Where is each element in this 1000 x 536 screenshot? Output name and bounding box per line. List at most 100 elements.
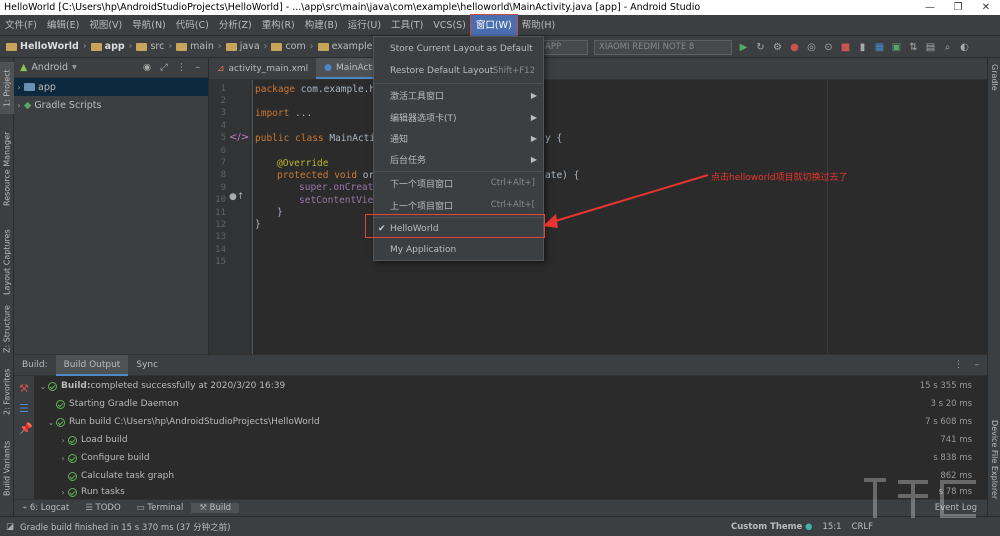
tab-activity-main[interactable]: ⊿ activity_main.xml bbox=[209, 58, 316, 79]
build-row[interactable]: ⌄ Build: completed successfully at 2020/… bbox=[34, 377, 984, 395]
tab-build[interactable]: ⚒ Build bbox=[191, 503, 239, 513]
class-icon: ● bbox=[324, 62, 333, 73]
xml-layout-icon[interactable]: </> bbox=[229, 132, 249, 143]
tool-tab-gradle[interactable]: Gradle bbox=[988, 60, 1000, 94]
menu-code[interactable]: 代码(C) bbox=[171, 15, 214, 36]
menu-item-background-tasks[interactable]: 后台任务 ▶ bbox=[374, 148, 543, 170]
breadcrumb-item[interactable]: app bbox=[88, 41, 128, 52]
build-row[interactable]: › Run tasks s 78 ms bbox=[34, 485, 984, 499]
tool-tab-structure[interactable]: Z: Structure bbox=[0, 304, 14, 354]
tool-tab-project[interactable]: 1: Project bbox=[0, 62, 14, 114]
project-icon bbox=[6, 42, 17, 51]
sdk-manager-icon[interactable]: ▣ bbox=[891, 42, 902, 53]
breadcrumb-item[interactable]: java bbox=[223, 41, 263, 52]
tab-todo[interactable]: ☰ TODO bbox=[77, 503, 128, 513]
menu-item-my-application[interactable]: My Application bbox=[374, 239, 543, 261]
menu-build[interactable]: 构建(B) bbox=[300, 15, 343, 36]
menu-vcs[interactable]: VCS(S) bbox=[428, 15, 471, 36]
list-icon[interactable]: ☰ bbox=[19, 402, 29, 415]
build-row[interactable]: › Configure build s 838 ms bbox=[34, 449, 984, 467]
tab-terminal[interactable]: ▭ Terminal bbox=[129, 503, 192, 513]
run-config-select[interactable]: APP bbox=[540, 39, 588, 55]
tool-tab-build-variants[interactable]: Build Variants bbox=[0, 430, 14, 506]
menu-help[interactable]: 帮助(H) bbox=[517, 15, 561, 36]
build-row[interactable]: Calculate task graph 862 ms bbox=[34, 467, 984, 485]
tab-logcat[interactable]: ⌁ 6: Logcat bbox=[14, 503, 77, 513]
user-icon[interactable]: ◐ bbox=[959, 42, 970, 53]
settings-icon[interactable]: ⋮ bbox=[954, 360, 963, 370]
event-log-button[interactable]: Event Log bbox=[935, 503, 977, 513]
tab-sync[interactable]: Sync bbox=[128, 355, 166, 376]
menu-item-prev-project-window[interactable]: 上一个项目窗口 Ctrl+Alt+[ bbox=[374, 194, 543, 216]
collapse-icon[interactable]: ⤢ bbox=[160, 62, 168, 73]
theme-indicator[interactable]: Custom Theme ● bbox=[731, 522, 812, 532]
folder-icon bbox=[90, 42, 102, 51]
breadcrumb-item[interactable]: example bbox=[315, 41, 376, 52]
build-row[interactable]: ⌄ Run build C:\Users\hp\AndroidStudioProj… bbox=[34, 413, 984, 431]
hide-icon[interactable]: – bbox=[195, 62, 200, 73]
sync-scroll-icon[interactable]: ◉ bbox=[143, 62, 151, 73]
attach-icon[interactable]: ⊙ bbox=[823, 42, 834, 53]
tab-build-output[interactable]: Build Output bbox=[55, 354, 129, 376]
menu-item-notifications[interactable]: 通知 ▶ bbox=[374, 127, 543, 149]
breadcrumb-item[interactable]: src bbox=[133, 41, 167, 52]
build-row[interactable]: Starting Gradle Daemon 3 s 20 ms bbox=[34, 395, 984, 413]
layout-inspector-icon[interactable]: ▤ bbox=[925, 42, 936, 53]
sync-icon[interactable]: ⇅ bbox=[908, 42, 919, 53]
pin-icon[interactable]: 📌 bbox=[19, 422, 33, 435]
menu-analyze[interactable]: 分析(Z) bbox=[214, 15, 257, 36]
minimize-button[interactable]: — bbox=[916, 0, 944, 15]
run-icon[interactable]: ▶ bbox=[738, 42, 749, 53]
menu-item-activate-tool-window[interactable]: 激活工具窗口 ▶ bbox=[374, 84, 543, 106]
menu-run[interactable]: 运行(U) bbox=[343, 15, 386, 36]
menu-view[interactable]: 视图(V) bbox=[84, 15, 127, 36]
menu-item-editor-tabs[interactable]: 编辑器选项卡(T) ▶ bbox=[374, 106, 543, 128]
stop-process-icon[interactable]: ■ bbox=[840, 42, 851, 53]
avd-manager-icon[interactable]: ▮ bbox=[857, 42, 868, 53]
success-icon bbox=[68, 471, 77, 481]
search-icon[interactable]: ⌕ bbox=[942, 42, 953, 53]
menu-item-next-project-window[interactable]: 下一个项目窗口 Ctrl+Alt+] bbox=[374, 172, 543, 194]
project-view-select[interactable]: Android bbox=[31, 62, 68, 73]
menu-edit[interactable]: 编辑(E) bbox=[42, 15, 84, 36]
apply-changes-icon[interactable]: ↻ bbox=[755, 42, 766, 53]
menu-refactor[interactable]: 重构(R) bbox=[257, 15, 300, 36]
close-button[interactable]: ✕ bbox=[972, 0, 1000, 15]
chevron-down-icon: ⌄ bbox=[47, 417, 55, 427]
menu-tools[interactable]: 工具(T) bbox=[386, 15, 428, 36]
stop-icon[interactable]: ● bbox=[789, 42, 800, 53]
tree-item-gradle-scripts[interactable]: › ◆ Gradle Scripts bbox=[14, 96, 208, 114]
hammer-icon[interactable]: ⚒ bbox=[19, 382, 29, 395]
breadcrumb-item[interactable]: HelloWorld bbox=[0, 41, 82, 52]
menu-item-restore-layout[interactable]: Restore Default Layout Shift+F12 bbox=[374, 60, 543, 82]
menu-window[interactable]: 窗口(W) bbox=[469, 13, 518, 37]
menu-file[interactable]: 文件(F) bbox=[0, 15, 42, 36]
hide-icon[interactable]: – bbox=[975, 360, 980, 370]
menu-navigate[interactable]: 导航(N) bbox=[127, 15, 171, 36]
profile-icon[interactable]: ◎ bbox=[806, 42, 817, 53]
cursor-position[interactable]: 15:1 bbox=[822, 522, 841, 532]
settings-icon[interactable]: ⋮ bbox=[177, 62, 187, 73]
chevron-right-icon: › bbox=[61, 435, 65, 445]
run-toolbar: APP XIAOMI REDMI NOTE 8 ▶ ↻ ⚙ ● ◎ ⊙ ■ ▮ … bbox=[540, 36, 970, 58]
window-titlebar: HelloWorld [C:\Users\hp\AndroidStudioPro… bbox=[0, 0, 1000, 15]
override-icon[interactable]: ●↑ bbox=[229, 192, 244, 202]
tree-item-app[interactable]: › app bbox=[14, 78, 208, 96]
build-row[interactable]: › Load build 741 ms bbox=[34, 431, 984, 449]
tool-tab-layout-captures[interactable]: Layout Captures bbox=[0, 222, 14, 302]
tool-tab-favorites[interactable]: 2: Favorites bbox=[0, 366, 14, 418]
status-icon[interactable]: ◪ bbox=[6, 522, 14, 532]
maximize-button[interactable]: ❐ bbox=[944, 0, 972, 15]
right-tool-strip: Gradle Device File Explorer bbox=[987, 58, 1000, 516]
breadcrumb-item[interactable]: com bbox=[268, 41, 308, 52]
chevron-right-icon: ▶ bbox=[530, 133, 537, 143]
menu-item-store-layout[interactable]: Store Current Layout as Default bbox=[374, 38, 543, 60]
device-select[interactable]: XIAOMI REDMI NOTE 8 bbox=[594, 39, 732, 55]
line-separator[interactable]: CRLF bbox=[852, 522, 873, 532]
debug-icon[interactable]: ⚙ bbox=[772, 42, 783, 53]
tool-tab-device-file-explorer[interactable]: Device File Explorer bbox=[988, 408, 1000, 512]
status-message[interactable]: Gradle build finished in 15 s 370 ms (37… bbox=[0, 521, 230, 533]
tool-tab-resource-manager[interactable]: Resource Manager bbox=[0, 124, 14, 214]
breadcrumb-item[interactable]: main bbox=[173, 41, 217, 52]
project-structure-icon[interactable]: ▦ bbox=[874, 42, 885, 53]
